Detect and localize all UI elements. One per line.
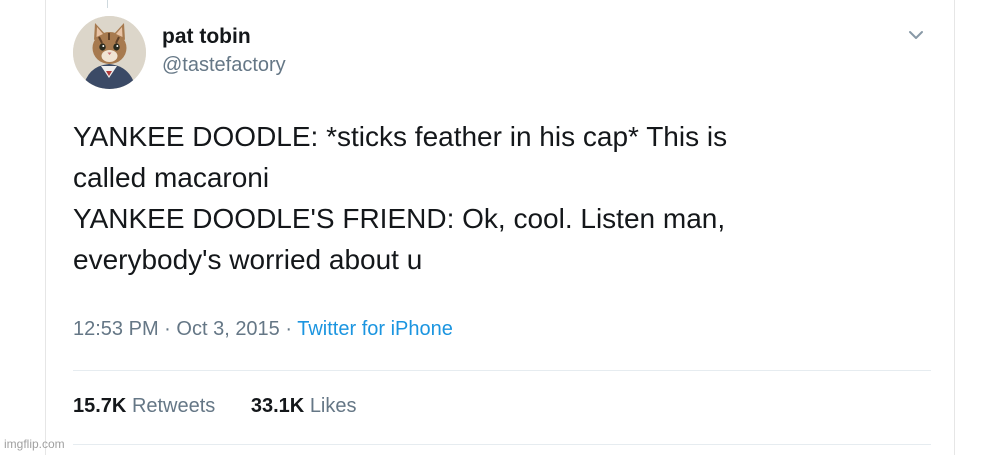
retweets-label: Retweets [131,395,216,417]
tweet-date[interactable]: Oct 3, 2015 [176,318,279,340]
tweet-line: everybody's worried about u [73,244,423,275]
watermark: imgflip.com [4,437,65,451]
tweet-meta: 12:53 PM · Oct 3, 2015 · Twitter for iPh… [73,318,453,341]
meta-separator: · [285,318,293,340]
user-handle[interactable]: @tastefactory [162,54,286,77]
chevron-down-icon[interactable] [905,26,927,44]
retweets-count: 15.7K [73,395,127,417]
cat-avatar-image [73,16,146,89]
divider [73,370,931,371]
tweet-line: YANKEE DOODLE: *sticks feather in his ca… [73,121,728,152]
tweet-source-link[interactable]: Twitter for iPhone [297,318,453,340]
tweet-stats: 15.7K Retweets 33.1K Likes [73,395,357,418]
likes-stat[interactable]: 33.1K Likes [251,395,357,418]
display-name[interactable]: pat tobin [162,25,251,49]
avatar[interactable] [73,16,146,89]
divider [73,444,931,445]
likes-label: Likes [309,395,357,417]
retweets-stat[interactable]: 15.7K Retweets [73,395,215,418]
tweet-line: YANKEE DOODLE'S FRIEND: Ok, cool. Listen… [73,203,726,234]
tweet-line: called macaroni [73,162,270,193]
likes-count: 33.1K [250,395,305,417]
meta-separator: · [164,318,171,340]
tweet-time[interactable]: 12:53 PM [73,318,159,340]
tweet-text: YANKEE DOODLE: *sticks feather in his ca… [73,116,913,280]
thread-connector [107,0,108,8]
